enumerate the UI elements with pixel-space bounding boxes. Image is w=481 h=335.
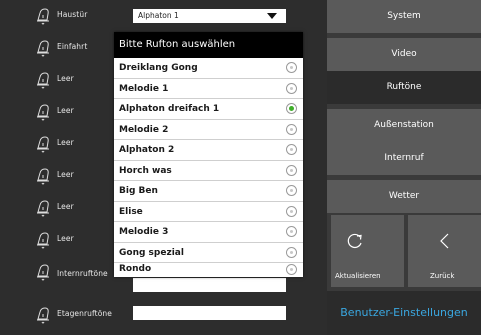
nav-system[interactable]: System [327,0,481,33]
bell-icon [37,40,49,57]
bell-icon [37,307,49,324]
back-button[interactable]: Zurück [408,215,481,287]
radio-icon[interactable] [286,164,297,176]
settings-panel: Haustür Alphaton 1 Einfahrt Leer Leer Le… [0,0,327,335]
radio-icon[interactable] [286,123,297,135]
row-etagenruftoene[interactable]: Etagenruftöne [0,299,327,331]
select-value: Alphaton 1 [138,11,179,20]
row-label: Leer [57,106,74,115]
radio-icon[interactable] [286,226,297,237]
bell-icon [37,264,49,281]
chevron-left-icon [440,233,449,249]
nav-ruftoene[interactable]: Ruftöne [327,71,481,104]
dropdown-header: Bitte Rufton auswählen [114,32,303,58]
bell-icon [37,232,49,249]
nav-internruf[interactable]: Internruf [327,142,481,175]
bell-icon [37,200,49,217]
refresh-label: Aktualisieren [335,272,381,280]
ringtone-select[interactable] [133,278,286,292]
back-label: Zurück [430,272,455,280]
bell-icon [37,136,49,153]
row-haustuer[interactable]: Haustür Alphaton 1 [0,0,327,32]
nav-panel: System Video Ruftöne Außenstation Intern… [327,0,481,335]
ringtone-option[interactable]: Melodie 3 [114,222,303,243]
ringtone-select[interactable]: Alphaton 1 [133,9,286,23]
ringtone-option[interactable]: Melodie 2 [114,120,303,140]
row-label: Leer [57,202,74,211]
ringtone-option[interactable]: Elise [114,202,303,222]
ringtone-option[interactable]: Melodie 1 [114,79,303,99]
row-label: Haustür [57,10,88,19]
bell-icon [37,8,49,25]
radio-icon[interactable] [286,82,297,94]
row-label: Leer [57,234,74,243]
ringtone-option[interactable]: Alphaton 2 [114,140,303,161]
nav-aussenstation[interactable]: Außenstation [327,109,481,142]
ringtone-select[interactable] [133,306,286,320]
chevron-down-icon [267,13,277,19]
ringtone-option[interactable]: Big Ben [114,181,303,202]
row-label: Leer [57,138,74,147]
ringtone-option[interactable]: Gong spezial [114,243,303,263]
radio-icon[interactable] [286,144,297,155]
radio-selected-icon[interactable] [286,103,297,114]
row-label: Internruftöne [57,269,108,278]
radio-icon[interactable] [286,185,297,196]
bell-icon [37,104,49,121]
nav-benutzer-einstellungen[interactable]: Benutzer-Einstellungen [327,291,481,335]
radio-icon[interactable] [286,62,297,73]
row-label: Leer [57,74,74,83]
radio-icon[interactable] [286,205,297,217]
ringtone-option[interactable]: Rondo [114,263,303,277]
bell-icon [37,168,49,185]
row-label: Etagenruftöne [57,309,112,318]
refresh-button[interactable]: Aktualisieren [331,215,404,287]
nav-wetter[interactable]: Wetter [327,180,481,213]
bell-icon [37,72,49,89]
row-label: Leer [57,170,74,179]
refresh-icon [347,233,362,249]
row-label: Einfahrt [57,42,88,51]
ringtone-option[interactable]: Dreiklang Gong [114,58,303,79]
ringtone-option[interactable]: Horch was [114,161,303,181]
radio-icon[interactable] [286,246,297,258]
ringtone-option[interactable]: Alphaton dreifach 1 [114,99,303,120]
nav-video[interactable]: Video [327,38,481,71]
radio-icon[interactable] [286,264,297,275]
ringtone-dropdown[interactable]: Bitte Rufton auswählen Dreiklang Gong Me… [114,32,303,277]
